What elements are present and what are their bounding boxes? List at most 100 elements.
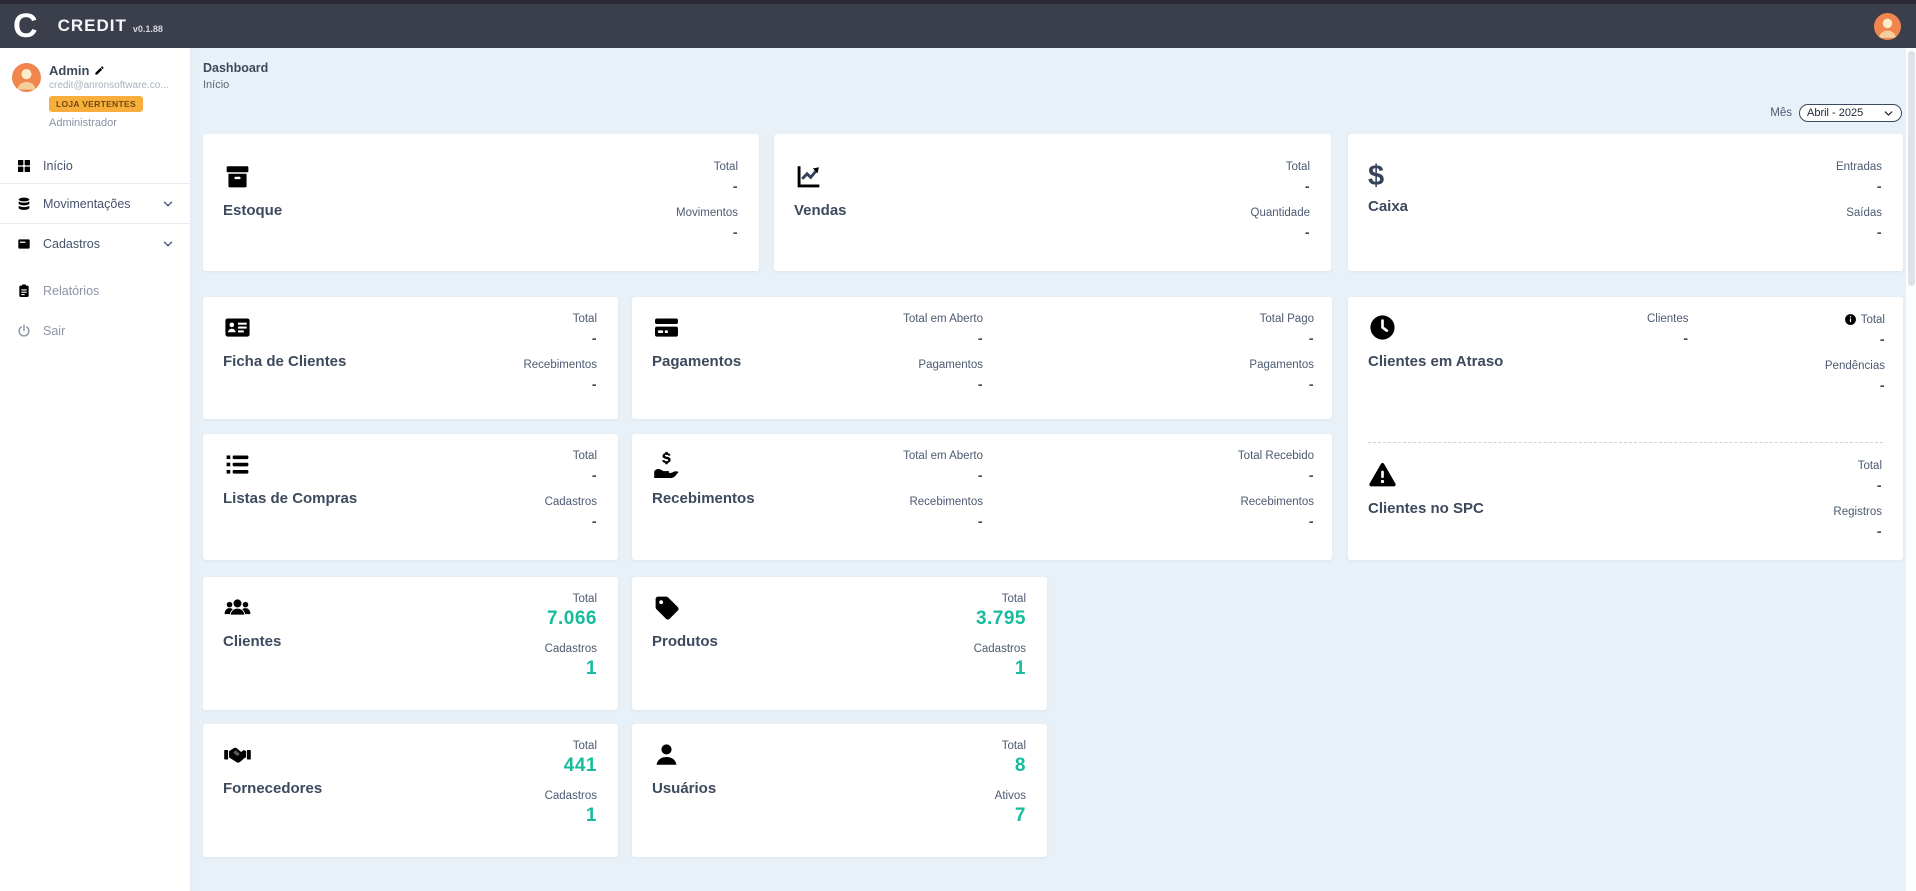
scrollbar-thumb[interactable]	[1908, 51, 1915, 286]
stat-value: 8	[1015, 755, 1026, 777]
stat-value: -	[1877, 224, 1882, 240]
sidebar-item-label: Início	[43, 159, 73, 173]
handshake-icon	[223, 740, 252, 769]
stat-value: -	[592, 376, 597, 392]
stat-label: Total	[573, 450, 597, 462]
person-icon	[12, 63, 41, 92]
stat-value: -	[1880, 331, 1885, 347]
stat-label: Total em Aberto	[903, 313, 983, 325]
dollar-icon: $	[1368, 162, 1883, 191]
sidebar-nav: Início Movimentações Cadastros Relatório…	[0, 149, 190, 351]
stat-value: -	[1880, 377, 1885, 393]
stat: Recebimentos -	[1240, 496, 1314, 529]
sidebar-item-movimentacoes[interactable]: Movimentações	[0, 183, 190, 223]
stat: Total em Aberto -	[903, 450, 983, 483]
stat-value: 7.066	[547, 608, 597, 630]
sidebar-item-sair[interactable]: Sair	[0, 311, 190, 351]
card-title: Vendas	[794, 202, 1311, 219]
edit-profile-icon[interactable]	[94, 65, 105, 76]
stat: Recebimentos -	[909, 496, 983, 529]
stat-label: Total	[1002, 593, 1026, 605]
stat: Entradas -	[1836, 161, 1882, 194]
stat: Cadastros -	[545, 496, 597, 529]
stat-label: Total Pago	[1260, 313, 1314, 325]
stat-value: -	[978, 467, 983, 483]
stat-value: 7	[1015, 805, 1026, 827]
stat: Quantidade -	[1251, 207, 1310, 240]
stat-label: Total	[1844, 313, 1885, 326]
stat-label: Ativos	[995, 790, 1026, 802]
user-icon	[652, 740, 681, 769]
stat: Total -	[1844, 313, 1885, 347]
app-version: v0.1.88	[133, 24, 163, 34]
user-block: Admin credit@anronsoftware.co... LOJA VE…	[0, 48, 190, 129]
stat-label: Cadastros	[545, 790, 597, 802]
stat: Total -	[1286, 161, 1310, 194]
card-title: Listas de Compras	[223, 490, 598, 507]
info-icon[interactable]	[1844, 313, 1857, 326]
stat: Total Recebido -	[1238, 450, 1314, 483]
person-icon	[1874, 13, 1901, 40]
stat: Total 441	[564, 740, 597, 777]
stat-value: -	[978, 376, 983, 392]
stat-label: Cadastros	[974, 643, 1026, 655]
sidebar-item-label: Relatórios	[43, 284, 99, 298]
grid-icon	[16, 158, 32, 174]
stat: Recebimentos -	[523, 359, 597, 392]
card-listas-compras: Listas de Compras Total - Cadastros -	[203, 434, 618, 560]
stat-value: -	[1877, 523, 1882, 539]
stat-value: -	[978, 330, 983, 346]
stat-label: Registros	[1833, 506, 1882, 518]
stat: Total 3.795	[976, 593, 1026, 630]
stat-value: -	[592, 513, 597, 529]
user-avatar-button[interactable]	[1874, 13, 1901, 40]
stat: Total -	[573, 313, 597, 346]
month-select-value: Abril - 2025	[1807, 107, 1863, 119]
chevron-down-icon	[1883, 108, 1894, 119]
sidebar-item-label: Movimentações	[43, 197, 131, 211]
stat-label: Pagamentos	[1249, 359, 1314, 371]
section-clientes-atraso: Clientes em Atraso Clientes - Total - Pe…	[1368, 313, 1883, 443]
sidebar-item-label: Cadastros	[43, 237, 100, 251]
month-label: Mês	[1770, 107, 1792, 119]
stat: Saídas -	[1846, 207, 1882, 240]
card-title: Clientes	[223, 633, 598, 650]
top-strip	[0, 0, 1916, 4]
stat-value: -	[978, 513, 983, 529]
stat-label: Total	[1002, 740, 1026, 752]
stat-value: -	[592, 467, 597, 483]
stat-label: Recebimentos	[1240, 496, 1314, 508]
stat: Total 8	[1002, 740, 1026, 777]
stat-value: 1	[586, 658, 597, 680]
stat: Cadastros 1	[545, 643, 597, 680]
stat: Registros -	[1833, 506, 1882, 539]
stat-label: Saídas	[1846, 207, 1882, 219]
stat: Pagamentos -	[1249, 359, 1314, 392]
month-select[interactable]: Abril - 2025	[1799, 104, 1902, 122]
card-atraso-spc: Clientes em Atraso Clientes - Total - Pe…	[1348, 297, 1903, 560]
stat-label: Cadastros	[545, 496, 597, 508]
tag-icon	[652, 593, 681, 622]
stat-label: Total	[573, 313, 597, 325]
stat-value: -	[1683, 330, 1688, 346]
card-clientes: Clientes Total 7.066 Cadastros 1	[203, 577, 618, 710]
month-filter: Mês Abril - 2025	[1770, 104, 1902, 122]
stat-value: -	[1305, 178, 1310, 194]
stat-value: -	[1877, 477, 1882, 493]
warning-icon	[1368, 460, 1397, 489]
stat-value: -	[592, 330, 597, 346]
stat-label: Pagamentos	[918, 359, 983, 371]
stat-value: 1	[1015, 658, 1026, 680]
sidebar-item-inicio[interactable]: Início	[0, 149, 190, 183]
stat-value: -	[1877, 178, 1882, 194]
card-fornecedores: Fornecedores Total 441 Cadastros 1	[203, 724, 618, 857]
sidebar-item-relatorios[interactable]: Relatórios	[0, 271, 190, 311]
card-produtos: Produtos Total 3.795 Cadastros 1	[632, 577, 1047, 710]
chevron-down-icon	[162, 238, 174, 250]
app-logo: C	[13, 9, 38, 43]
sidebar-item-cadastros[interactable]: Cadastros	[0, 223, 190, 263]
stat-value: -	[1305, 224, 1310, 240]
scrollbar[interactable]	[1906, 48, 1916, 891]
stat: Cadastros 1	[545, 790, 597, 827]
stat-label: Clientes	[1647, 313, 1689, 325]
